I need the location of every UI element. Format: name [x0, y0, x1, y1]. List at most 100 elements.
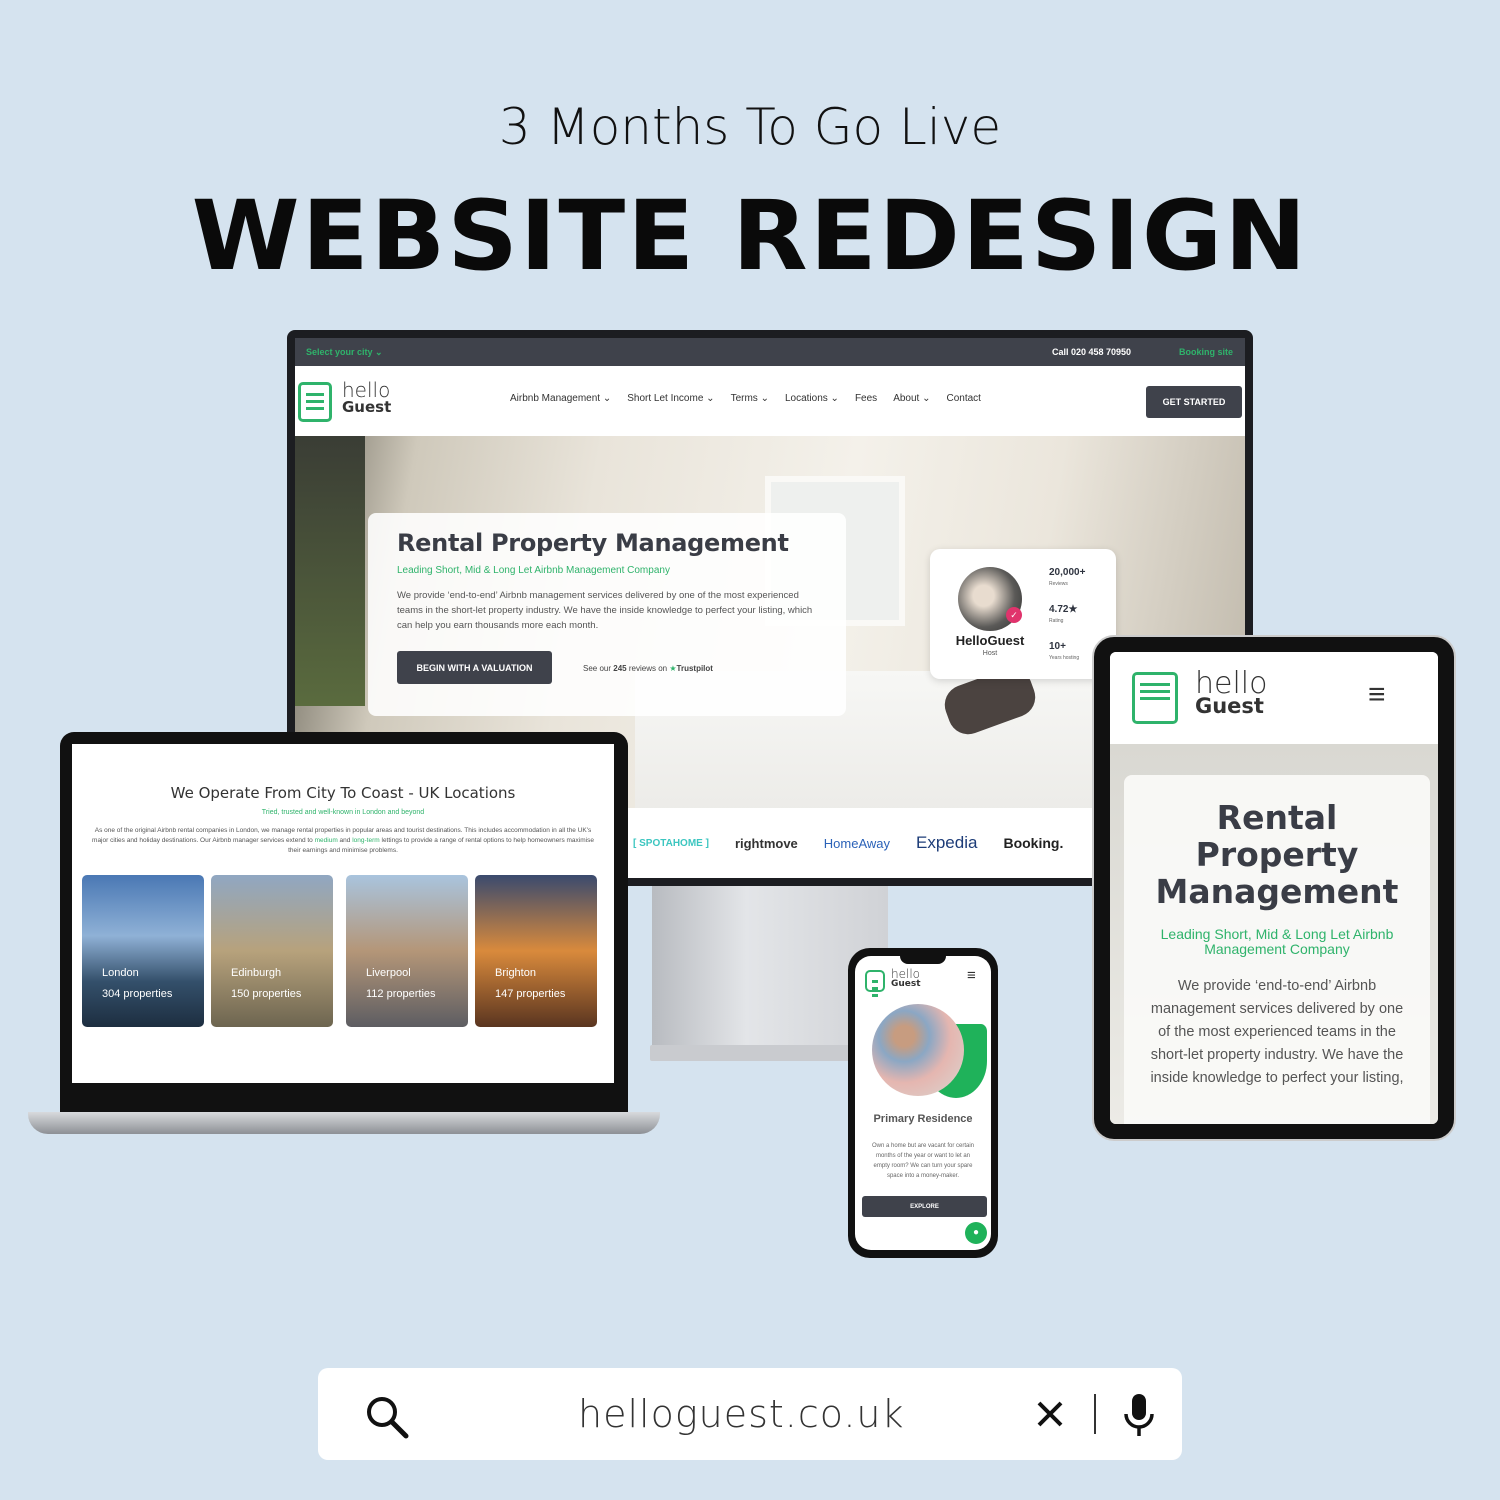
partner-logo-rightmove: rightmove — [734, 835, 798, 851]
divider — [1094, 1394, 1096, 1434]
search-icon[interactable] — [364, 1394, 410, 1440]
title: WEBSITE REDESIGN — [191, 180, 1309, 292]
nav-item-label: Airbnb Management — [510, 393, 601, 404]
laptop: We Operate From City To Coast - UK Locat… — [60, 732, 628, 1115]
partner-logo-homeaway: HomeAway — [823, 835, 891, 851]
city-name: London — [102, 967, 139, 979]
logo-icon — [298, 382, 332, 422]
city-card[interactable]: London 304 properties — [82, 875, 204, 1027]
city-card[interactable]: Brighton 147 properties — [475, 875, 597, 1027]
tablet-screen: hello Guest ≡ Rental Property Management… — [1110, 652, 1438, 1124]
medium-link[interactable]: medium — [315, 837, 338, 844]
nav-item-label: Short Let Income — [627, 393, 704, 404]
hero-title: Rental Property Management — [397, 529, 789, 557]
nav-item[interactable]: Locations ⌄ — [785, 393, 839, 404]
logo[interactable]: hello Guest — [298, 378, 398, 424]
tablet-hero: Rental Property Management Leading Short… — [1110, 744, 1438, 1124]
nav-item-label: Terms — [730, 393, 758, 404]
chat-bubble-icon[interactable]: ● — [965, 1222, 987, 1244]
hero-card: Rental Property Management Leading Short… — [368, 513, 846, 716]
phone-section-title: Primary Residence — [873, 1113, 973, 1125]
nav-item[interactable]: Airbnb Management ⌄ — [510, 393, 611, 404]
nav-item[interactable]: Contact — [947, 393, 981, 404]
tablet-header: hello Guest ≡ — [1110, 652, 1438, 744]
tablet-hero-card: Rental Property Management Leading Short… — [1124, 775, 1430, 1124]
stat-label: Reviews — [1049, 581, 1068, 587]
stat-value: 20,000+ — [1049, 567, 1086, 578]
nav-item[interactable]: About ⌄ — [893, 393, 930, 404]
logo-text-guest: Guest — [891, 979, 921, 989]
host-card: ✓ HelloGuest Host 20,000+ Reviews 4.72★ … — [930, 549, 1116, 679]
chevron-down-icon: ⌄ — [703, 393, 715, 404]
partner-logo-spotahome: [ SPOTAHOME ] — [633, 837, 709, 849]
nav-bar: hello Guest Airbnb Management ⌄ Short Let… — [295, 366, 1245, 436]
city-card[interactable]: Liverpool 112 properties — [346, 875, 468, 1027]
phone-screen: hello Guest ≡ Primary Residence Own a ho… — [855, 956, 991, 1250]
phone-number[interactable]: Call 020 458 70950 — [1052, 347, 1131, 357]
nav-item-label: Contact — [946, 393, 981, 404]
chevron-down-icon: ⌄ — [600, 393, 612, 404]
city-count: 304 properties — [102, 988, 173, 1000]
laptop-base — [28, 1112, 660, 1134]
locations-body: As one of the original Airbnb rental com… — [92, 827, 594, 854]
host-name: HelloGuest — [955, 633, 1025, 648]
chevron-down-icon: ⌄ — [375, 347, 383, 357]
logo-icon — [865, 970, 885, 992]
plant-image — [295, 436, 365, 706]
partner-logo-expedia: Expedia — [916, 833, 978, 852]
trustpilot-reviews[interactable]: See our 245 reviews on ★Trustpilot — [583, 664, 713, 673]
stat-value: 4.72★ — [1049, 604, 1078, 615]
city-count: 112 properties — [366, 988, 436, 1000]
phone: hello Guest ≡ Primary Residence Own a ho… — [848, 948, 998, 1258]
tablet-hero-tagline: Leading Short, Mid & Long Let Airbnb Man… — [1160, 926, 1394, 957]
city-name: Edinburgh — [231, 967, 282, 979]
city-select[interactable]: Select your city ⌄ — [306, 347, 383, 358]
locations-tagline: Tried, trusted and well-known in London … — [261, 809, 425, 816]
chevron-down-icon: ⌄ — [757, 393, 769, 404]
chevron-down-icon: ⌄ — [827, 393, 839, 404]
top-bar: Select your city ⌄ Call 020 458 70950 Bo… — [295, 338, 1245, 366]
stat-label: Years hosting — [1049, 655, 1080, 661]
long-term-link[interactable]: long-term — [352, 837, 379, 844]
subtitle: 3 Months To Go Live — [498, 98, 1002, 156]
search-bar[interactable]: helloguest.co.uk — [318, 1368, 1182, 1460]
tablet: hello Guest ≡ Rental Property Management… — [1092, 635, 1456, 1141]
nav-item-label: About — [893, 393, 920, 404]
tablet-hero-body: We provide ‘end-to-end’ Airbnb managemen… — [1150, 978, 1404, 1086]
city-count: 147 properties — [495, 988, 566, 1000]
hero-body: We provide ‘end-to-end’ Airbnb managemen… — [397, 590, 813, 631]
nav-item[interactable]: Terms ⌄ — [731, 393, 769, 404]
logo-text-guest: Guest — [1195, 694, 1264, 718]
city-name: Liverpool — [366, 967, 411, 979]
nav-item[interactable]: Short Let Income ⌄ — [627, 393, 714, 404]
partner-logo-booking: Booking. — [1003, 835, 1064, 851]
locations-title: We Operate From City To Coast - UK Locat… — [170, 784, 516, 802]
phone-section-body: Own a home but are vacant for certain mo… — [871, 1143, 975, 1179]
search-input[interactable]: helloguest.co.uk — [578, 1392, 905, 1436]
city-name: Brighton — [495, 967, 536, 979]
nav-item-label: Locations — [784, 393, 828, 404]
city-card[interactable]: Edinburgh 150 properties — [211, 875, 333, 1027]
hero-tagline: Leading Short, Mid & Long Let Airbnb Man… — [397, 565, 670, 576]
hamburger-menu-icon[interactable]: ≡ — [1368, 678, 1386, 712]
city-select-label: Select your city — [306, 347, 373, 357]
verified-badge-icon: ✓ — [1006, 607, 1022, 623]
stat-label: Rating — [1049, 618, 1064, 624]
stat-value: 10+ — [1049, 641, 1066, 652]
valuation-button[interactable]: BEGIN WITH A VALUATION — [397, 651, 552, 684]
hamburger-menu-icon[interactable]: ≡ — [967, 967, 976, 984]
laptop-screen: We Operate From City To Coast - UK Locat… — [72, 744, 614, 1083]
tablet-hero-title: Rental Property Management — [1155, 798, 1399, 911]
get-started-button[interactable]: GET STARTED — [1146, 386, 1242, 418]
host-role: Host — [982, 650, 998, 657]
booking-site-link[interactable]: Booking site — [1179, 347, 1233, 357]
nav-item-label: Fees — [854, 393, 878, 404]
chevron-down-icon: ⌄ — [919, 393, 931, 404]
microphone-icon[interactable] — [1122, 1394, 1156, 1438]
phone-notch — [900, 956, 946, 964]
logo-text-guest: Guest — [342, 398, 392, 416]
explore-button[interactable]: EXPLORE — [862, 1196, 987, 1217]
clear-icon[interactable] — [1036, 1400, 1064, 1428]
nav-item[interactable]: Fees — [855, 393, 877, 404]
star-icon: ★ — [669, 664, 677, 673]
